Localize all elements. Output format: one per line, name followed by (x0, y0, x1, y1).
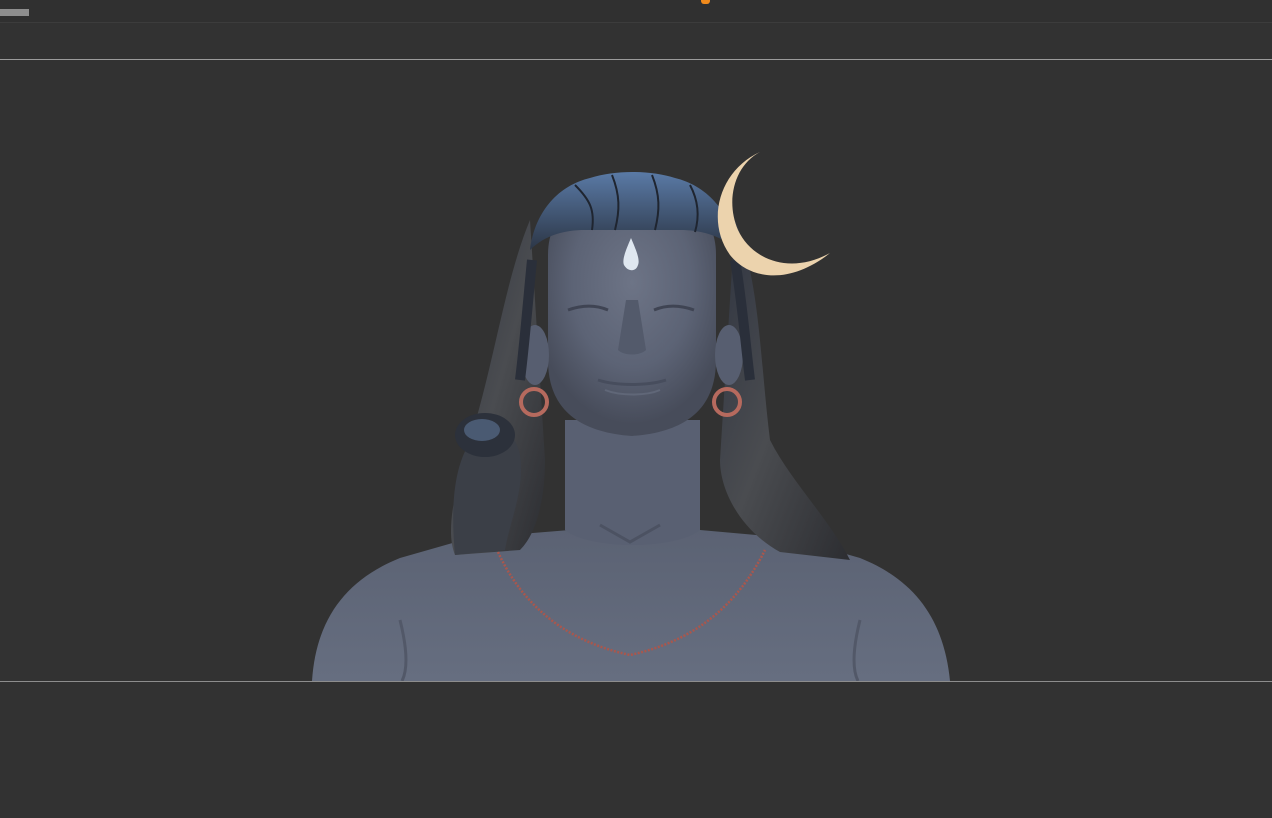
active-tool-indicator (701, 0, 710, 4)
zbrush-window (0, 0, 1272, 818)
top-shelf (0, 23, 1272, 60)
title-bar (0, 0, 1272, 23)
neck (565, 420, 700, 545)
face (521, 200, 743, 436)
crescent-moon (717, 152, 830, 276)
bottom-shelf (0, 681, 1272, 818)
torso (312, 530, 950, 681)
horizontal-scrollbar-thumb[interactable] (0, 9, 29, 16)
document-canvas[interactable] (0, 60, 1272, 681)
sculpt-viewport[interactable] (0, 60, 1272, 681)
